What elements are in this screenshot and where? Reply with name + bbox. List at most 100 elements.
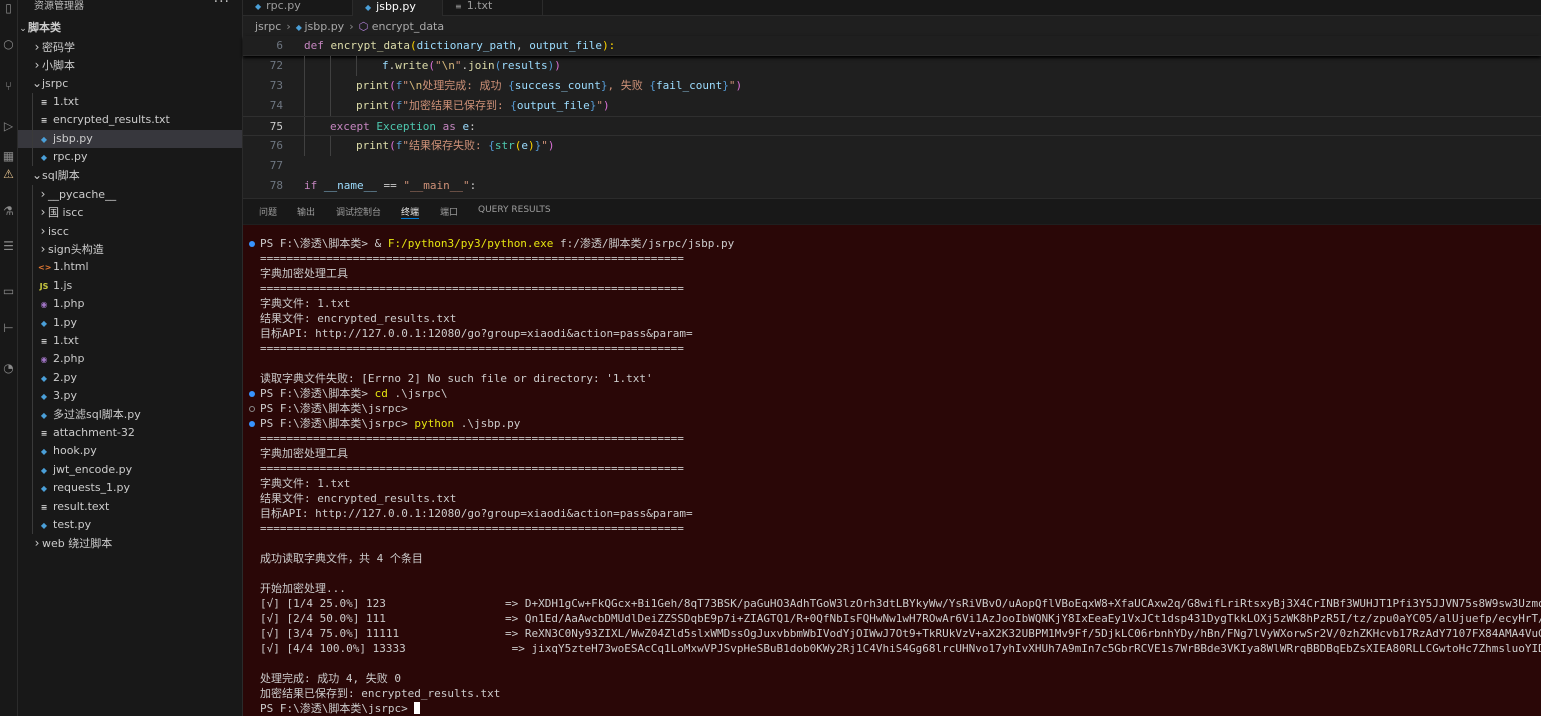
terminal-text: ========================================… (260, 282, 684, 295)
terminal-text: 处理完成: 成功 4, 失败 0 (260, 672, 401, 685)
tree-folder[interactable]: › web 绕过脚本 (18, 534, 242, 552)
remote-icon[interactable]: ▭ (2, 285, 15, 298)
terminal-text: 成功读取字典文件，共 4 个条目 (260, 552, 423, 565)
database-icon[interactable]: ☰ (2, 240, 15, 253)
code-line: 74 print(f"加密结果已保存到: {output_file}") (243, 96, 1541, 116)
terminal-text: [√] [2/4 50.0%] 111 => Qn1Ed/AaAwcbDMUdl… (260, 612, 1541, 625)
code-text: if __name__ == "__main__": (304, 176, 476, 196)
breadcrumb-file[interactable]: jsbp.py (304, 20, 344, 33)
warning-icon[interactable]: ⚠ (2, 168, 15, 181)
terminal-text: .\jsrpc\ (387, 387, 448, 400)
code-line: 73 print(f"\n处理完成: 成功 {success_count}, 失败… (243, 76, 1541, 96)
line-number: 72 (269, 59, 283, 72)
breadcrumb-symbol[interactable]: encrypt_data (372, 20, 444, 33)
code-editor[interactable]: 6 def encrypt_data(dictionary_path, outpu… (243, 36, 1541, 196)
panel-tab[interactable]: 端口 (440, 205, 458, 219)
tree-file[interactable]: ≡ 1.txt (18, 92, 242, 112)
line-number: 6 (276, 39, 283, 52)
panel-tab[interactable]: QUERY RESULTS (478, 205, 551, 219)
timeline-icon[interactable]: ◔ (2, 362, 15, 375)
code-token: { (508, 79, 515, 92)
more-actions-icon[interactable]: ··· (214, 0, 230, 10)
code-line: 76 print(f"结果保存失败: {str(e)}") (243, 136, 1541, 156)
code-token: == (376, 179, 404, 192)
code-text: print(f"加密结果已保存到: {output_file}") (356, 96, 610, 116)
tree-item-label: sign头构造 (48, 243, 104, 256)
code-token: " (435, 59, 442, 72)
text-file-icon: ≡ (40, 337, 48, 346)
tree-folder[interactable]: › 国 iscc (18, 203, 242, 222)
indent-guide (32, 460, 33, 480)
terminal-line: PS F:\渗透\脚本类\jsrpc> (260, 401, 408, 416)
flask-icon[interactable]: ⚗ (2, 205, 15, 218)
tree-file[interactable]: ◉ 2.php (18, 350, 242, 369)
tab-rpc-py[interactable]: ◆ rpc.py (243, 0, 353, 16)
tree-file[interactable]: ≡ attachment-32 (18, 424, 242, 443)
indent-guide (304, 136, 305, 156)
tree-file[interactable]: <> 1.html (18, 258, 242, 277)
tree-folder[interactable]: › 密码学 (18, 38, 242, 56)
tree-root[interactable]: ⌄脚本类 (18, 19, 242, 37)
indent-guide (32, 424, 33, 443)
tree-file[interactable]: ◉ 1.php (18, 295, 242, 314)
tree-folder[interactable]: ⌄jsrpc (18, 74, 242, 92)
tree-file[interactable]: ◆ 1.py (18, 313, 242, 332)
html-file-icon: <> (38, 263, 52, 273)
tree-file[interactable]: ≡ encrypted_results.txt (18, 111, 242, 130)
chevron-right-icon: › (40, 186, 46, 201)
tree-file[interactable]: ◆ hook.py (18, 442, 242, 461)
tab-jsbp-py[interactable]: ◆ jsbp.py (353, 0, 443, 16)
tree-item-label: 2.php (53, 352, 85, 366)
terminal-text: 开始加密处理... (260, 582, 346, 595)
tree-folder[interactable]: › sign头构造 (18, 240, 242, 259)
chevron-down-icon: ⌄ (19, 24, 27, 34)
tree-file[interactable]: ◆ 多过滤sql脚本.py (18, 405, 242, 424)
panel-tab[interactable]: 输出 (297, 205, 315, 219)
code-line: 6 def encrypt_data(dictionary_path, outpu… (243, 36, 1541, 56)
tree-file[interactable]: ≡ 1.txt (18, 332, 242, 351)
tree-file[interactable]: ◆ requests_1.py (18, 479, 242, 498)
extensions-icon[interactable]: ▦ (2, 150, 15, 163)
terminal-line: 目标API: http://127.0.0.1:12080/go?group=x… (260, 326, 693, 341)
indent-guide (32, 516, 33, 535)
files-icon[interactable]: ▯ (2, 2, 15, 15)
search-icon[interactable]: ○ (2, 38, 15, 51)
tree-file[interactable]: ◆ 2.py (18, 368, 242, 388)
indent-guide (32, 111, 33, 130)
breadcrumb: jsrpc › ◆ jsbp.py › ⬡ encrypt_data (255, 18, 444, 36)
tree-file[interactable]: JS 1.js (18, 276, 242, 296)
code-token: except (330, 120, 377, 133)
code-text: print(f"结果保存失败: {str(e)}") (356, 136, 555, 156)
tree-file[interactable]: ◆ test.py (18, 516, 242, 535)
tree-file[interactable]: ◆ jwt_encode.py (18, 460, 242, 480)
code-token: f (382, 59, 389, 72)
tab-1-txt[interactable]: ≡ 1.txt (443, 0, 543, 16)
tree-folder[interactable]: ⌄sql脚本 (18, 166, 242, 184)
tree-folder[interactable]: › __pycache__ (18, 184, 242, 204)
source-control-icon[interactable]: ⑂ (2, 80, 15, 93)
tree-file[interactable]: ◆ 3.py (18, 387, 242, 406)
indent-guide (32, 313, 33, 332)
run-debug-icon[interactable]: ▷ (2, 120, 15, 133)
panel-tab[interactable]: 终端 (401, 205, 420, 219)
text-file-icon: ≡ (455, 2, 462, 11)
tree-folder[interactable]: › 小脚本 (18, 56, 242, 74)
git-graph-icon[interactable]: ⊢ (2, 322, 15, 335)
tree-file[interactable]: ◆ jsbp.py (18, 129, 242, 148)
breadcrumb-folder[interactable]: jsrpc (255, 20, 281, 33)
terminal[interactable]: PS F:\渗透\脚本类> & F:/python3/py3/python.ex… (243, 225, 1541, 716)
tree-file[interactable]: ≡ result.text (18, 497, 242, 516)
code-token: print (356, 99, 390, 112)
indent-guide (32, 405, 33, 424)
terminal-line: ========================================… (260, 251, 684, 266)
tree-item-label: encrypted_results.txt (53, 113, 170, 127)
code-token: dictionary_path (416, 39, 516, 52)
tree-folder[interactable]: › iscc (18, 221, 242, 240)
code-text: print(f"\n处理完成: 成功 {success_count}, 失败 {… (356, 76, 742, 96)
tree-file[interactable]: ◆ rpc.py (18, 148, 242, 167)
terminal-text: [√] [4/4 100.0%] 13333 => jixqY5zteH73wo… (260, 642, 1541, 655)
panel-tab[interactable]: 问题 (259, 205, 277, 219)
chevron-right-icon: › (34, 58, 40, 72)
python-file-icon: ◆ (40, 318, 48, 328)
panel-tab[interactable]: 调试控制台 (336, 205, 381, 219)
